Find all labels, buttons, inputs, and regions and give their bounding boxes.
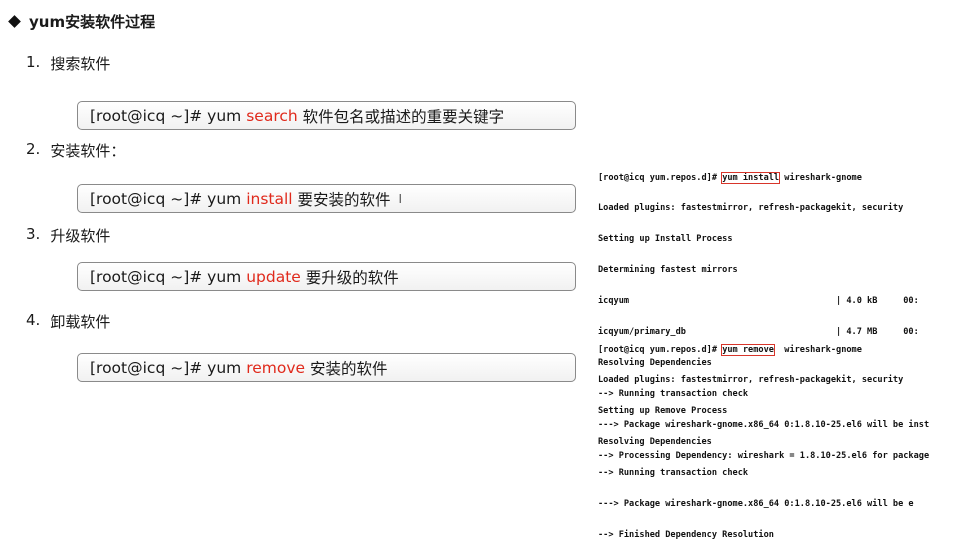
- command-prefix: [root@icq ~]# yum: [90, 106, 247, 125]
- command-box-search: [root@icq ~]# yum search 软件包名或描述的重要关键字: [77, 101, 576, 130]
- command-box-remove: [root@icq ~]# yum remove 安装的软件: [77, 353, 576, 382]
- terminal-line: Resolving Dependencies: [598, 437, 712, 448]
- command-keyword: update: [246, 267, 301, 286]
- section-heading: yum安装软件过程: [8, 11, 155, 32]
- diamond-bullet-icon: [8, 15, 21, 28]
- terminal-line: --> Finished Dependency Resolution: [598, 529, 774, 540]
- step-number: 2.: [26, 140, 41, 158]
- terminal-line: Determining fastest mirrors: [598, 265, 738, 276]
- terminal-line: Loaded plugins: fastestmirror, refresh-p…: [598, 203, 904, 214]
- step-label: 升级软件: [50, 227, 111, 245]
- step-label: 安装软件：: [50, 142, 126, 160]
- step-label: 搜索软件: [50, 55, 111, 73]
- page-title: yum安装软件过程: [29, 13, 156, 31]
- command-keyword: remove: [246, 358, 306, 377]
- highlighted-command: yum install: [721, 171, 781, 184]
- step-4: 4. 卸载软件: [26, 311, 110, 332]
- step-number: 3.: [26, 225, 41, 243]
- step-number: 4.: [26, 311, 41, 329]
- command-prefix: [root@icq ~]# yum: [90, 189, 247, 208]
- terminal-output-remove: [root@icq yum.repos.d]# yum remove wires…: [598, 324, 953, 551]
- terminal-line: Setting up Install Process: [598, 234, 733, 245]
- command-box-install: [root@icq ~]# yum install 要安装的软件 I: [77, 184, 576, 213]
- command-keyword: search: [246, 106, 298, 125]
- command-suffix: 安装的软件: [305, 359, 388, 378]
- command-prefix: [root@icq ~]# yum: [90, 358, 247, 377]
- command-suffix: 要升级的软件: [300, 268, 399, 287]
- command-box-update: [root@icq ~]# yum update 要升级的软件: [77, 262, 576, 291]
- terminal-command-line: [root@icq yum.repos.d]# yum install wire…: [598, 171, 862, 184]
- terminal-line: Setting up Remove Process: [598, 406, 728, 417]
- step-3: 3. 升级软件: [26, 225, 110, 246]
- command-prefix: [root@icq ~]# yum: [90, 267, 247, 286]
- step-number: 1.: [26, 53, 41, 71]
- step-2: 2. 安装软件：: [26, 140, 125, 161]
- command-keyword: install: [246, 189, 293, 208]
- terminal-line: ---> Package wireshark-gnome.x86_64 0:1.…: [598, 499, 914, 510]
- step-label: 卸载软件: [50, 313, 111, 331]
- terminal-command-line: [root@icq yum.repos.d]# yum remove wires…: [598, 343, 862, 356]
- step-1: 1. 搜索软件: [26, 53, 110, 74]
- command-suffix: 软件包名或描述的重要关键字: [297, 107, 505, 126]
- command-suffix: 要安装的软件: [292, 190, 391, 209]
- text-cursor-icon: I: [398, 191, 403, 206]
- terminal-line: --> Running transaction check: [598, 468, 749, 479]
- terminal-line: icqyum | 4.0 kB 00:: [598, 296, 919, 307]
- highlighted-command: yum remove: [721, 343, 775, 356]
- terminal-line: Loaded plugins: fastestmirror, refresh-p…: [598, 375, 904, 386]
